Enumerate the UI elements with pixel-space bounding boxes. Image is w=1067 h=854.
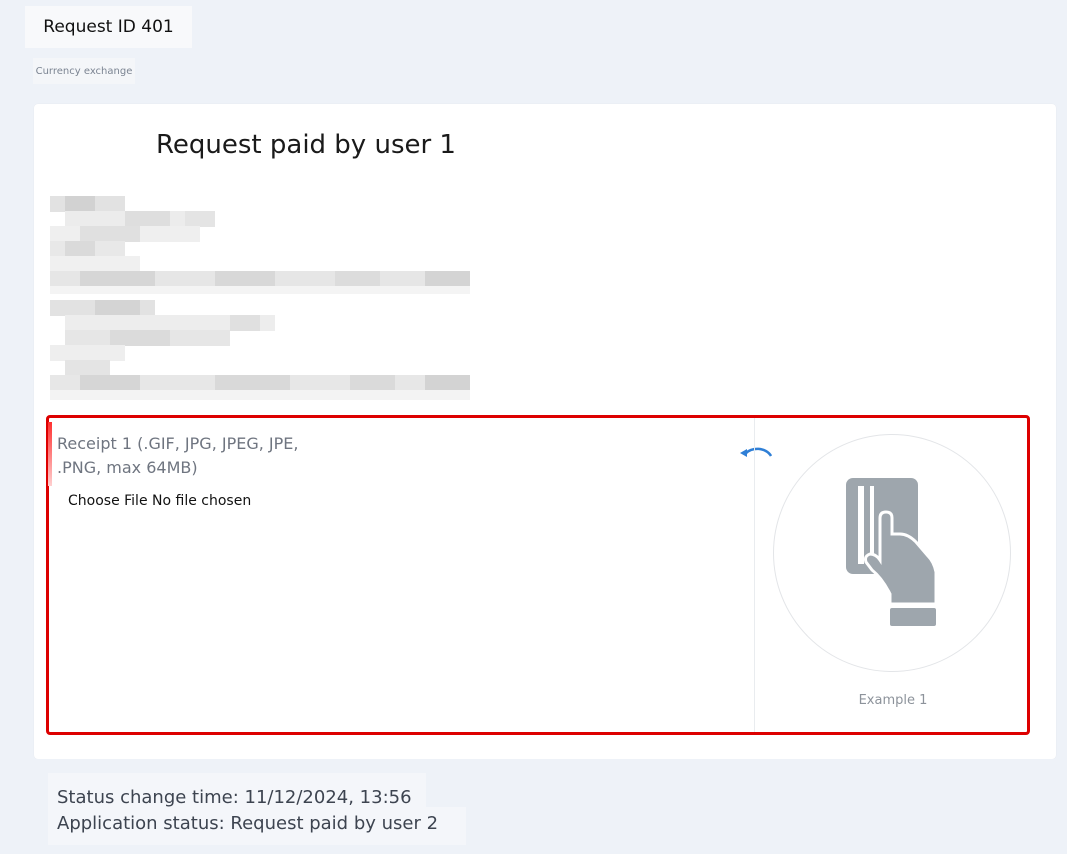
receipt-upload-section: Receipt 1 (.GIF, JPG, JPEG, JPE, .PNG, m… [46, 415, 1030, 735]
card-title: Request paid by user 1 [156, 130, 456, 160]
request-card: Request paid by user 1 Receipt 1 (.GIF, … [34, 104, 1056, 759]
card-in-hand-icon [846, 478, 938, 626]
redacted-details-2 [50, 300, 470, 404]
category-label: Currency exchange [33, 58, 135, 84]
redacted-details-1 [50, 196, 470, 294]
receipt-file-input[interactable]: Choose File No file chosen [68, 493, 251, 509]
choose-file-button[interactable]: Choose File [68, 493, 148, 509]
example-panel: Example 1 [754, 418, 1031, 732]
highlight-marker [48, 422, 52, 486]
status-section: Status change time: 11/12/2024, 13:56 Ap… [34, 759, 1056, 854]
status-change-time: Status change time: 11/12/2024, 13:56 [57, 787, 412, 808]
application-status: Application status: Request paid by user… [57, 813, 439, 834]
request-id-title: Request ID 401 [25, 6, 192, 48]
example-label: Example 1 [858, 693, 928, 708]
example-image [773, 434, 1011, 672]
receipt-label: Receipt 1 (.GIF, JPG, JPEG, JPE, .PNG, m… [57, 434, 299, 477]
file-status-text: No file chosen [152, 493, 252, 509]
